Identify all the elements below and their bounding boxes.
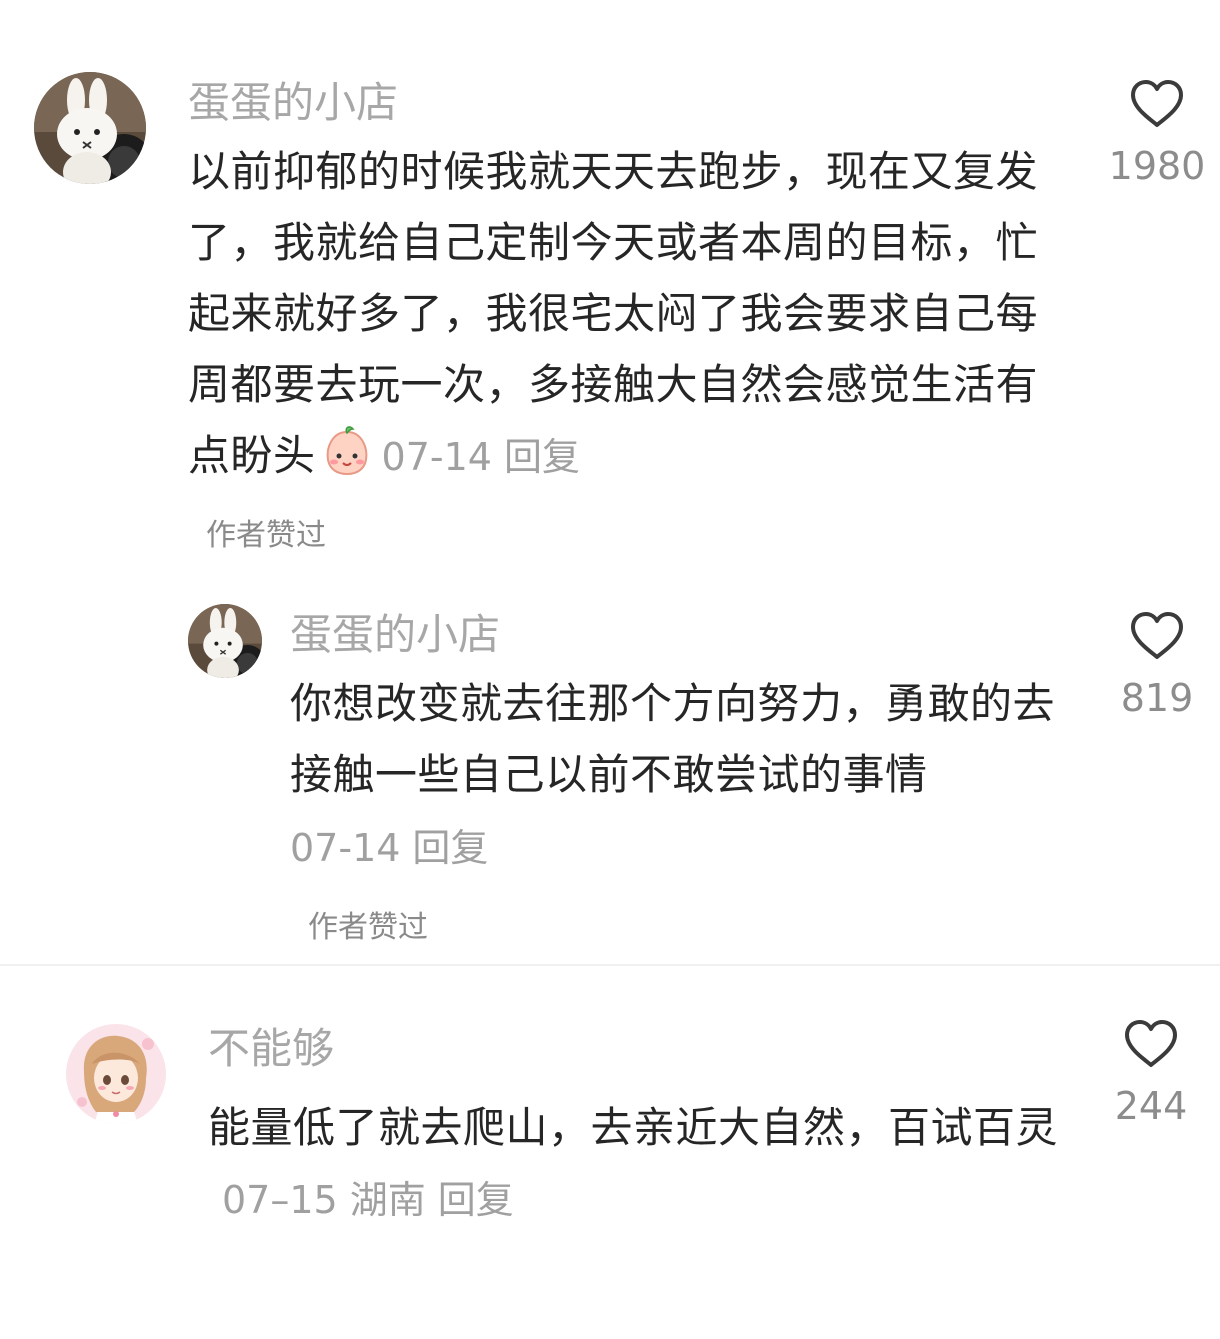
user-avatar[interactable] — [188, 604, 262, 678]
heart-outline-icon — [1131, 612, 1183, 659]
reply-button[interactable]: 回复 — [504, 435, 580, 479]
reply-meta: 07-14 回复 — [290, 826, 500, 870]
like-count: 1980 — [1108, 144, 1206, 188]
comment-date: 07-14 — [381, 435, 492, 479]
reply-body: 你想改变就去往那个方向努力，勇敢的去接触一些自己以前不敢尝试的事情 — [290, 668, 1080, 810]
comment-divider — [0, 964, 1220, 966]
heart-outline-icon — [1125, 1020, 1177, 1067]
like-button[interactable]: 244 — [1096, 1018, 1206, 1128]
comment-body: 以前抑郁的时候我就天天去跑步，现在又复发了，我就给自己定制今天或者本周的目标，忙… — [188, 136, 1068, 493]
comment-date: 07–15 — [222, 1178, 338, 1222]
user-avatar[interactable] — [34, 72, 146, 184]
comment-meta: 07–15 湖南 回复 — [222, 1178, 526, 1222]
bunny-avatar-icon — [34, 72, 146, 184]
heart-outline-icon — [1131, 80, 1183, 127]
anime-girl-avatar-icon — [66, 1024, 166, 1124]
like-button[interactable]: 819 — [1102, 610, 1212, 720]
like-count: 244 — [1114, 1084, 1188, 1128]
reply-button[interactable]: 回复 — [412, 826, 488, 870]
author-liked-badge: 作者赞过 — [206, 518, 326, 553]
reply-button[interactable]: 回复 — [438, 1178, 514, 1222]
comment-meta: 07-14 回复 — [382, 435, 592, 479]
reply-username[interactable]: 蛋蛋的小店 — [290, 610, 500, 660]
comment-username[interactable]: 蛋蛋的小店 — [188, 78, 398, 128]
author-liked-badge: 作者赞过 — [308, 910, 428, 945]
bunny-avatar-icon — [188, 604, 262, 678]
comment-location: 湖南 — [349, 1178, 426, 1222]
comment-username[interactable]: 不能够 — [208, 1024, 334, 1074]
like-count: 819 — [1120, 676, 1194, 720]
reply-text: 你想改变就去往那个方向努力，勇敢的去接触一些自己以前不敢尝试的事情 — [290, 679, 1056, 799]
comment-text: 以前抑郁的时候我就天天去跑步，现在又复发了，我就给自己定制今天或者本周的目标，忙… — [188, 147, 1039, 480]
comment-body: 能量低了就去爬山，去亲近大自然，百试百灵 07–15 湖南 回复 — [208, 1092, 1088, 1236]
peach-emoji-icon — [326, 426, 367, 476]
reply-date: 07-14 — [290, 826, 401, 870]
user-avatar[interactable] — [66, 1024, 166, 1124]
like-button[interactable]: 1980 — [1102, 78, 1212, 188]
comment-text: 能量低了就去爬山，去亲近大自然，百试百灵 — [208, 1103, 1059, 1152]
